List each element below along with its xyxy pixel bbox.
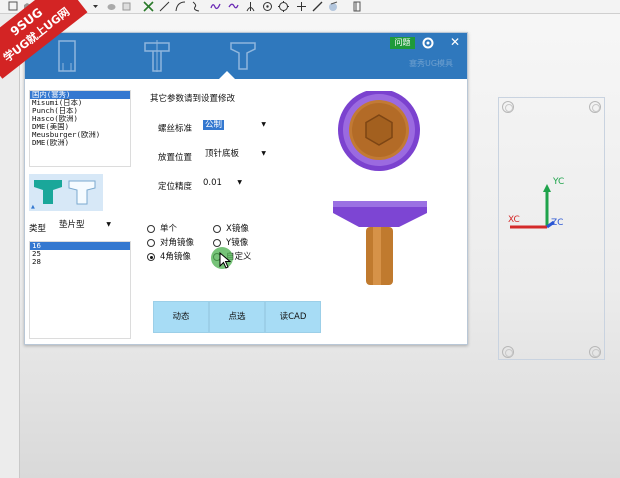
list-item[interactable]: Hasco(欧洲) [30,115,130,123]
tab-counterbore-screw[interactable] [229,39,257,73]
sphere-icon[interactable] [121,1,132,12]
tab-pointer [219,71,235,79]
screw-standard-select[interactable]: 公制 ▼ [200,118,270,132]
workpiece-hole [589,346,601,358]
list-item[interactable]: DME(欧洲) [30,139,130,147]
mouse-cursor-icon [219,251,232,270]
position-select[interactable]: 顶针底板 ▼ [202,147,270,161]
position-label: 放置位置 [158,153,193,163]
slash-icon[interactable] [312,1,323,12]
type-image-panel: ▲ [29,174,103,211]
standard-list[interactable]: 国内(塞秀) Misumi(日本) Punch(日本) Hasco(欧洲) DM… [29,90,131,167]
top-toolbar [0,0,620,14]
chevron-down-icon: ▼ [237,179,242,186]
precision-label: 定位精度 [158,182,193,192]
size-list[interactable]: 16 25 28 [29,241,131,339]
precision-select[interactable]: 0.01 ▼ [200,176,246,190]
dialog-header: 问题 ✕ 塞秀UG模具 [25,33,467,79]
point-select-button[interactable]: 点选 [209,301,265,333]
circle-icon[interactable] [278,1,289,12]
param-hint: 其它参数请到设置修改 [150,94,236,104]
curve-icon[interactable] [210,1,221,12]
help-button[interactable]: 问题 [390,37,415,49]
radio-diagonal-mirror[interactable]: 对角镜像 [147,237,194,249]
yc-label: YC [553,177,565,187]
chevron-down-icon: ▼ [261,121,266,128]
select-icon[interactable] [8,1,19,12]
triangle-up-icon: ▲ [31,204,35,210]
wcs-axes: YC XC ZC [500,170,590,240]
zc-label: ZC [551,218,564,228]
brand-label: 塞秀UG模具 [409,59,454,68]
list-item[interactable]: 25 [30,250,130,258]
dynamic-button[interactable]: 动态 [153,301,209,333]
gear-icon[interactable] [421,36,435,50]
ejector-screw-dialog: 问题 ✕ 塞秀UG模具 国内(塞秀) Misumi(日本) Punch(日本) … [24,32,468,345]
tab-plate[interactable] [53,39,81,73]
counterbore-type-icon[interactable] [67,178,97,206]
snap-point-icon[interactable] [143,1,154,12]
layer-icon[interactable] [352,1,363,12]
spline-icon[interactable] [191,1,202,12]
chevron-down-icon: ▼ [261,150,266,157]
circle-point-icon[interactable] [262,1,273,12]
washer-type-icon[interactable] [33,178,63,206]
close-icon[interactable]: ✕ [448,35,462,49]
radio-four-corner-mirror[interactable]: 4角镜像 [147,251,191,263]
xc-label: XC [508,215,520,225]
list-item[interactable]: DME(美国) [30,123,130,131]
position-value: 顶针底板 [205,149,240,159]
curve-icon[interactable] [228,1,239,12]
cross-icon[interactable] [296,1,307,12]
list-item[interactable]: Punch(日本) [30,107,130,115]
type-label: 类型 [29,224,47,234]
view-icon[interactable] [328,1,339,12]
screw-standard-label: 螺丝标准 [158,124,193,134]
chevron-down-icon[interactable] [90,1,101,12]
resource-bar [0,14,20,478]
type-select-value: 垫片型 [59,220,85,230]
radio-x-mirror[interactable]: X镜像 [213,223,249,235]
read-cad-button[interactable]: 读CAD [265,301,321,333]
list-item[interactable]: Meusburger(欧洲) [30,131,130,139]
arc-icon[interactable] [175,1,186,12]
radio-single[interactable]: 单个 [147,223,177,235]
type-select[interactable]: 垫片型 ▼ [55,218,115,232]
list-item[interactable]: 国内(塞秀) [30,91,130,99]
workpiece-hole [502,101,514,113]
list-item[interactable]: 16 [30,242,130,250]
chevron-down-icon: ▼ [106,221,111,228]
list-item[interactable]: 28 [30,258,130,266]
line-icon[interactable] [159,1,170,12]
precision-value: 0.01 [203,178,222,188]
cube-icon[interactable] [106,1,117,12]
workpiece-hole [589,101,601,113]
intersect-icon[interactable] [245,1,256,12]
list-item[interactable]: Misumi(日本) [30,99,130,107]
workpiece-hole [502,346,514,358]
bolt-preview [327,91,437,291]
tab-side-screw[interactable] [143,39,171,73]
screw-standard-value: 公制 [203,120,225,130]
